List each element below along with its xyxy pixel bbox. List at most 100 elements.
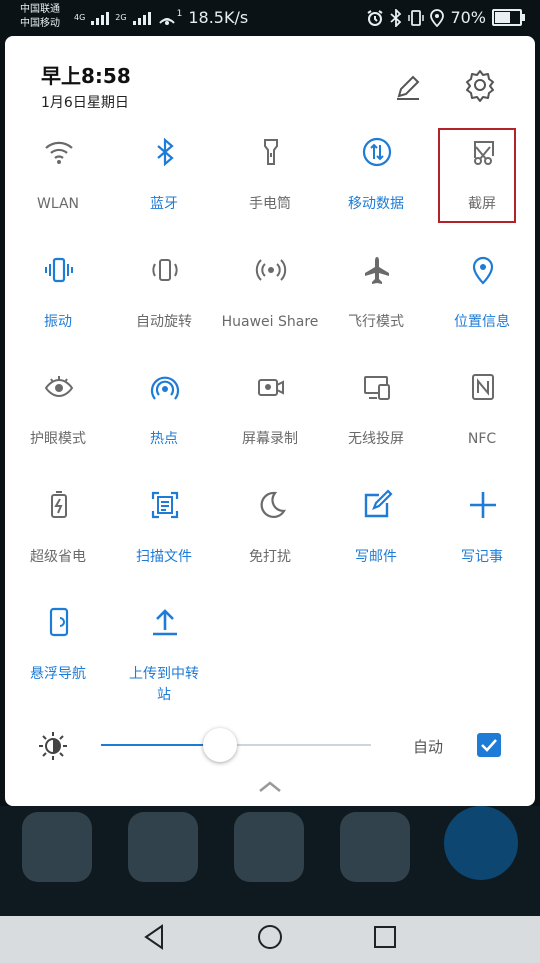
- upload-icon: [153, 609, 177, 636]
- tile-vibrate[interactable]: 振动: [5, 244, 111, 354]
- add-note-icon: [470, 491, 496, 518]
- tile-eye[interactable]: 护眼模式: [5, 361, 111, 471]
- status-bar: 中国联通 中国移动 4G 2G 1 18.5K/s 70%: [0, 0, 540, 36]
- tile-auto-rotate[interactable]: 自动旋转: [111, 244, 217, 354]
- back-icon[interactable]: [140, 922, 170, 952]
- bluetooth-status-icon: [390, 8, 402, 27]
- tile-airplane[interactable]: 飞行模式: [323, 244, 429, 354]
- network-type-2: 2G: [115, 13, 127, 22]
- auto-brightness-checkbox[interactable]: [477, 733, 501, 757]
- tile-label: 屏幕录制: [242, 431, 298, 447]
- tile-upload[interactable]: 上传到中转站: [111, 596, 217, 706]
- tile-location[interactable]: 位置信息: [429, 244, 535, 354]
- tile-floating-nav[interactable]: 悬浮导航: [5, 596, 111, 706]
- hotspot-badge: 1: [176, 8, 183, 19]
- navigation-bar: [0, 916, 540, 963]
- tile-flashlight[interactable]: 手电筒: [217, 126, 323, 236]
- tile-label: 无线投屏: [348, 431, 404, 447]
- alipay-app-icon: [444, 806, 518, 880]
- carrier-1: 中国联通: [20, 4, 60, 15]
- eye-icon: [44, 376, 74, 398]
- vibrate-status-icon: [408, 9, 425, 26]
- tile-label: 护眼模式: [30, 431, 86, 447]
- tile-add-note[interactable]: 写记事: [429, 479, 535, 589]
- screen-record-icon: [258, 379, 284, 396]
- auto-rotate-icon: [152, 258, 178, 281]
- settings-button[interactable]: [463, 68, 497, 102]
- wifi-icon: [45, 141, 73, 164]
- tile-huawei-share[interactable]: Huawei Share: [217, 244, 323, 354]
- clock-time: 早上8:58: [41, 64, 131, 88]
- huawei-share-icon: [255, 258, 287, 281]
- tile-screen-record[interactable]: 屏幕录制: [217, 361, 323, 471]
- signal-area: 4G 2G 1 18.5K/s: [74, 8, 248, 27]
- scan-document-icon: [151, 491, 179, 518]
- brightness-row: 自动: [5, 728, 535, 764]
- battery-icon: [492, 9, 525, 26]
- signal-icon: [91, 11, 110, 25]
- nfc-icon: [472, 374, 494, 400]
- signal-icon-2: [132, 11, 151, 25]
- tile-label: 振动: [44, 313, 72, 330]
- tile-label: NFC: [467, 431, 497, 447]
- tile-bluetooth[interactable]: 蓝牙: [111, 126, 217, 236]
- battery-percent: 70%: [450, 8, 486, 27]
- tile-nfc[interactable]: NFC: [429, 361, 535, 471]
- clock-date: 1月6日星期日: [41, 95, 129, 111]
- power-saving-icon: [51, 490, 67, 518]
- tile-label: 上传到中转站: [129, 666, 199, 703]
- collapse-chevron-icon[interactable]: [257, 780, 283, 794]
- moon-icon: [260, 491, 286, 518]
- tile-wifi[interactable]: WLAN: [5, 126, 111, 236]
- tile-label: 超级省电: [30, 548, 86, 565]
- tile-label: 位置信息: [454, 313, 510, 330]
- tile-label: Huawei Share: [221, 313, 319, 330]
- compose-email-icon: [364, 488, 393, 517]
- messages-app-icon: [340, 812, 410, 882]
- status-right: 70%: [366, 8, 525, 27]
- location-status-icon: [430, 8, 445, 27]
- carrier-info: 中国联通 中国移动: [20, 3, 60, 31]
- airplane-icon: [365, 256, 389, 284]
- care-app-icon: [234, 812, 304, 882]
- location-icon: [472, 256, 494, 285]
- hotspot-status-icon: [158, 17, 175, 25]
- quick-settings-panel: 早上8:58 1月6日星期日 WLAN 蓝牙 手电筒 移动数据 截屏 振动 自动旋转 Huaw…: [5, 36, 535, 806]
- tile-power-saving[interactable]: 超级省电: [5, 479, 111, 589]
- home-icon[interactable]: [255, 922, 285, 952]
- tile-label: 蓝牙: [150, 196, 178, 212]
- tile-hotspot[interactable]: 热点: [111, 361, 217, 471]
- tile-scan-document[interactable]: 扫描文件: [111, 479, 217, 589]
- gear-icon: [466, 70, 494, 102]
- checkmark-icon: [481, 739, 497, 752]
- alarm-icon: [367, 9, 383, 26]
- tile-label: 写邮件: [355, 548, 397, 565]
- wireless-projection-icon: [364, 376, 390, 400]
- tile-label: 移动数据: [348, 196, 404, 212]
- tile-mobile-data[interactable]: 移动数据: [323, 126, 429, 236]
- flashlight-icon: [264, 139, 278, 165]
- tile-moon[interactable]: 免打扰: [217, 479, 323, 589]
- network-type-1: 4G: [74, 13, 86, 22]
- tile-label: 手电筒: [249, 196, 291, 212]
- floating-nav-icon: [49, 607, 69, 637]
- vibrate-icon: [45, 257, 73, 282]
- tile-label: 热点: [150, 431, 178, 447]
- carrier-2: 中国移动: [20, 18, 60, 29]
- contacts-app-icon: [128, 812, 198, 882]
- tile-label: 写记事: [461, 548, 503, 565]
- edit-tiles-button[interactable]: [393, 72, 423, 102]
- tile-label: 悬浮导航: [30, 666, 86, 682]
- network-speed: 18.5K/s: [188, 8, 249, 27]
- tile-compose-email[interactable]: 写邮件: [323, 479, 429, 589]
- recents-icon[interactable]: [370, 922, 400, 952]
- phone-app-icon: [22, 812, 92, 882]
- tile-label: 扫描文件: [136, 548, 192, 565]
- highlight-box: [438, 128, 516, 223]
- brightness-slider-thumb[interactable]: [202, 728, 237, 762]
- brightness-icon: [39, 732, 67, 760]
- pencil-icon: [397, 75, 420, 100]
- tile-label: 免打扰: [249, 548, 291, 565]
- tile-wireless-projection[interactable]: 无线投屏: [323, 361, 429, 471]
- tile-label: 自动旋转: [136, 313, 192, 330]
